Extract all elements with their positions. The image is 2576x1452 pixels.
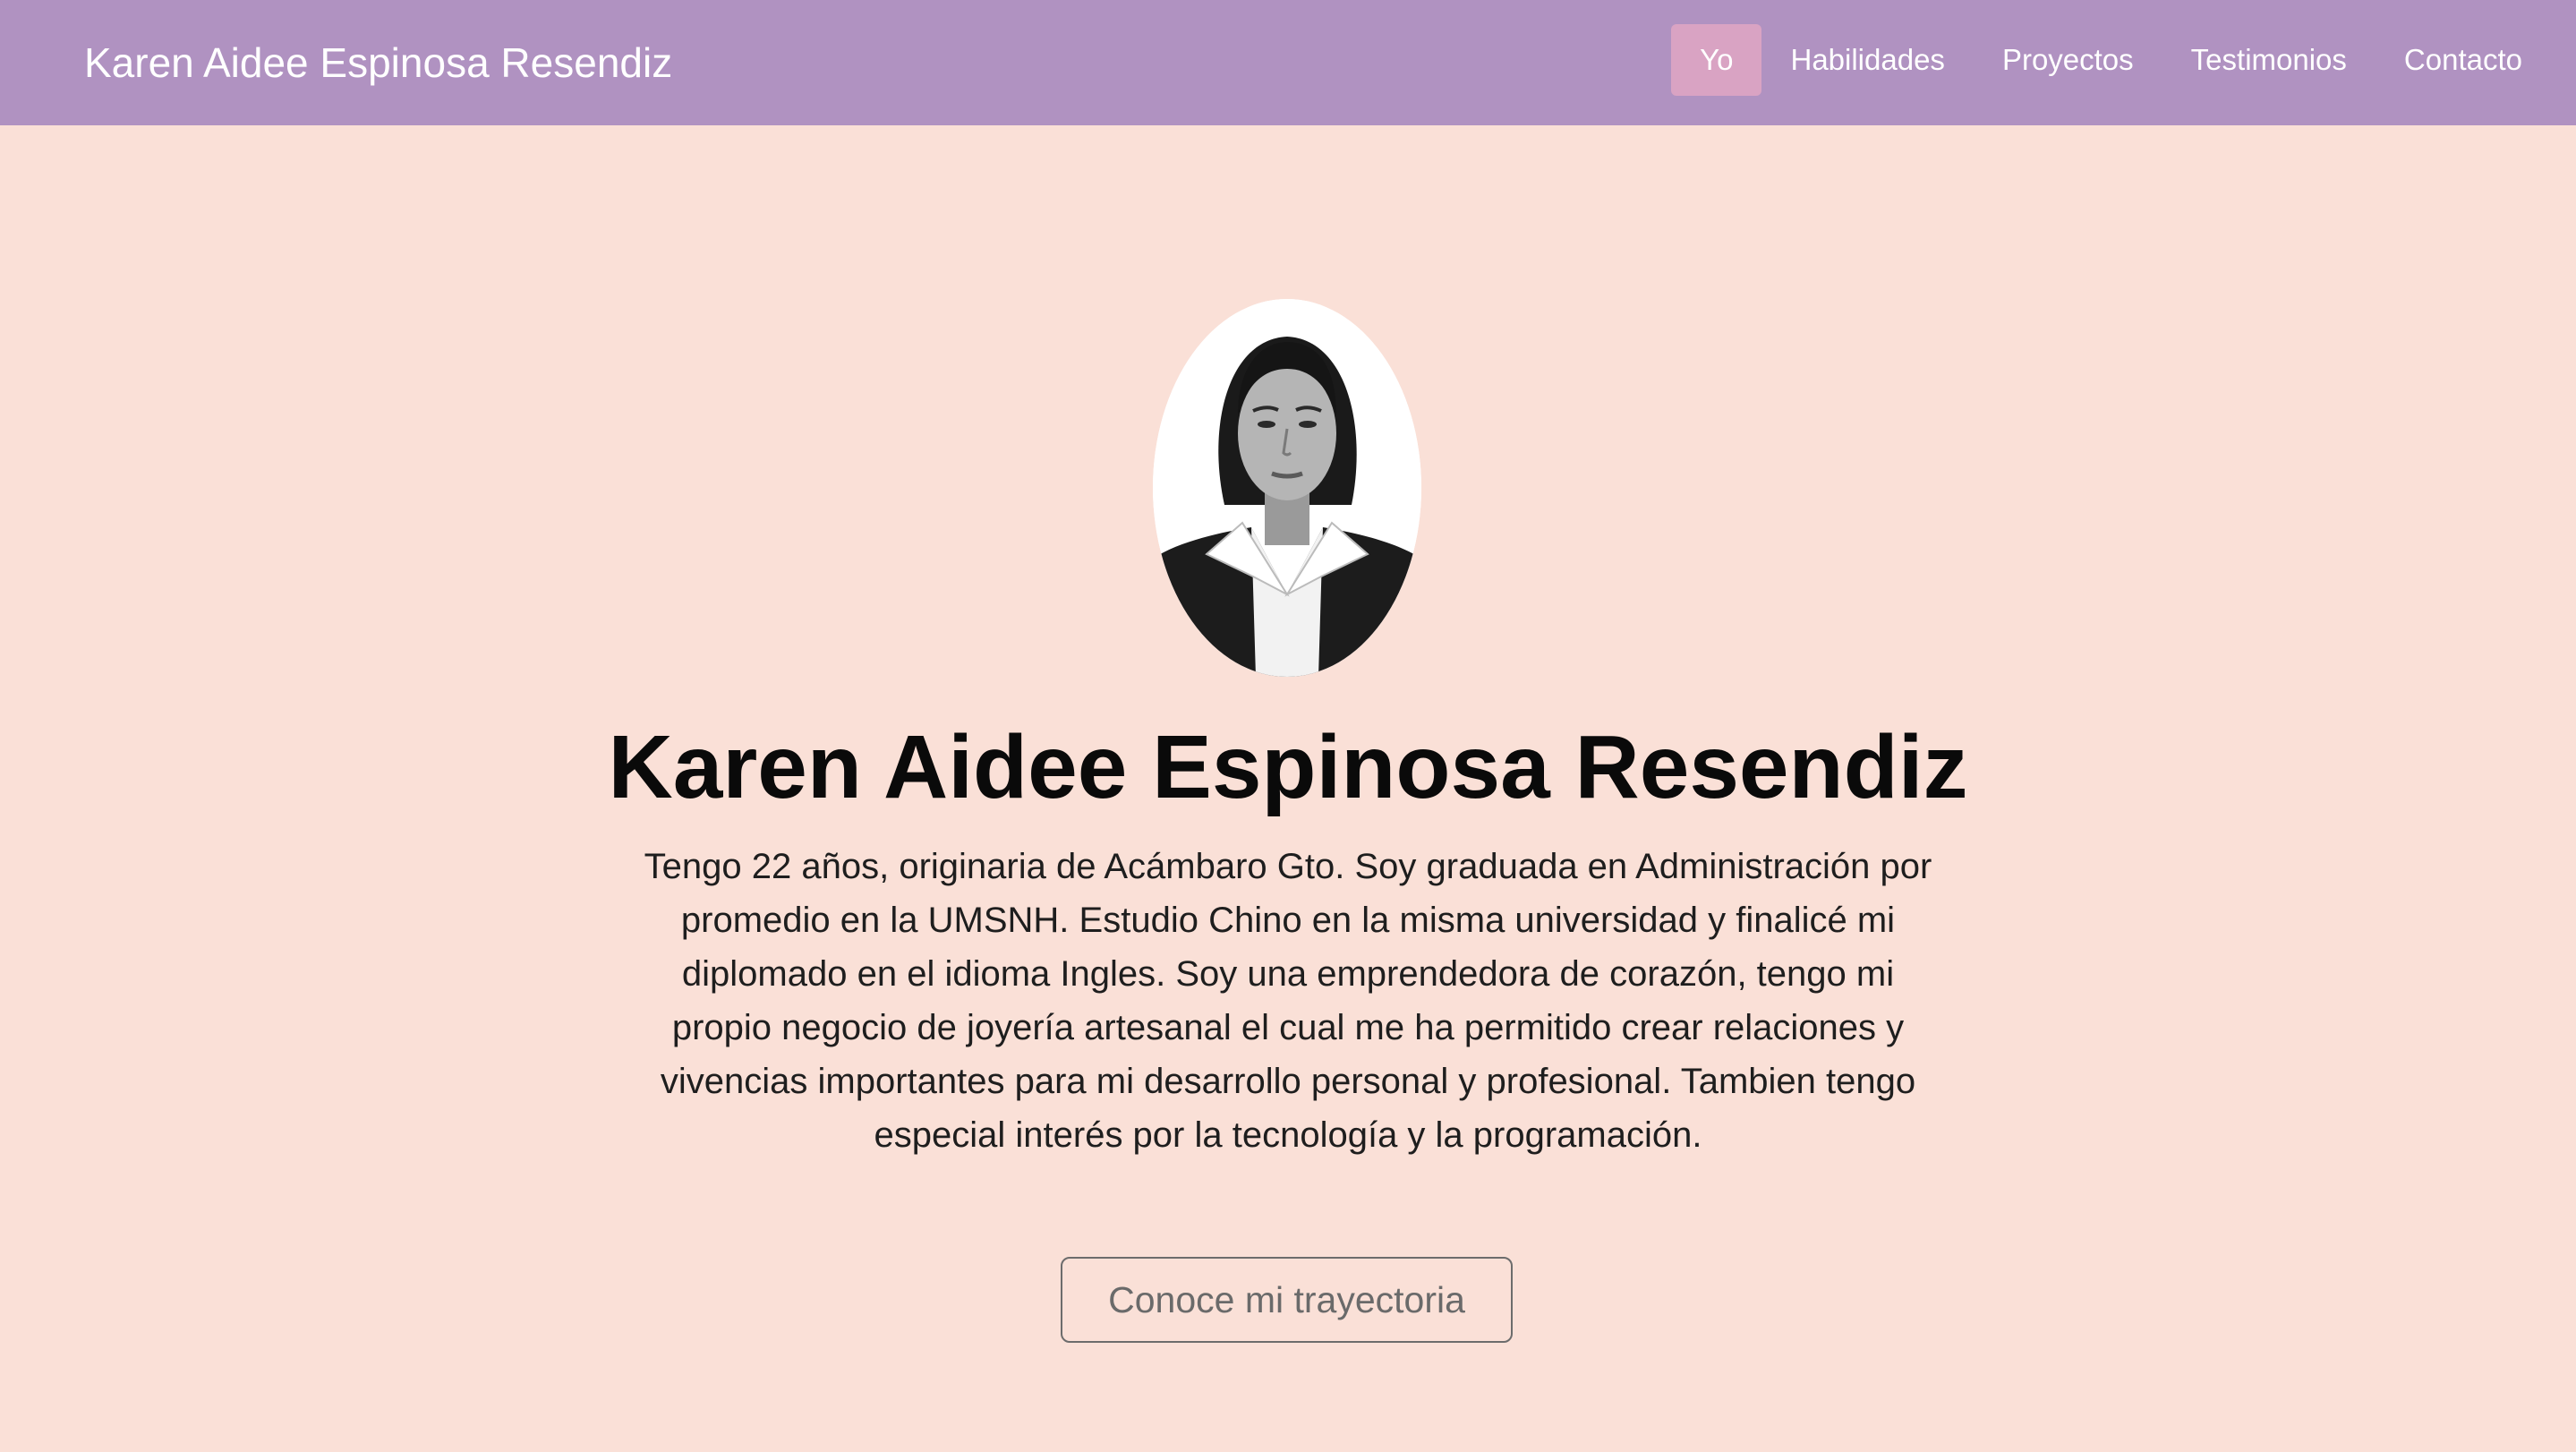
- nav-link-habilidades[interactable]: Habilidades: [1761, 24, 1973, 96]
- hero-title: Karen Aidee Espinosa Resendiz: [608, 717, 1968, 817]
- brand-title[interactable]: Karen Aidee Espinosa Resendiz: [84, 0, 672, 125]
- nav-links: Yo Habilidades Proyectos Testimonios Con…: [1671, 24, 2551, 96]
- hero-section: Karen Aidee Espinosa Resendiz Tengo 22 a…: [0, 125, 2576, 1452]
- navbar: Karen Aidee Espinosa Resendiz Yo Habilid…: [0, 0, 2576, 125]
- nav-link-contacto[interactable]: Contacto: [2376, 24, 2551, 96]
- nav-link-proyectos[interactable]: Proyectos: [1974, 24, 2162, 96]
- nav-link-testimonios[interactable]: Testimonios: [2162, 24, 2376, 96]
- profile-photo: [1153, 299, 1421, 677]
- trajectory-button[interactable]: Conoce mi trayectoria: [1061, 1257, 1513, 1343]
- nav-link-yo[interactable]: Yo: [1671, 24, 1762, 96]
- hero-description: Tengo 22 años, originaria de Acámbaro Gt…: [644, 847, 1932, 1155]
